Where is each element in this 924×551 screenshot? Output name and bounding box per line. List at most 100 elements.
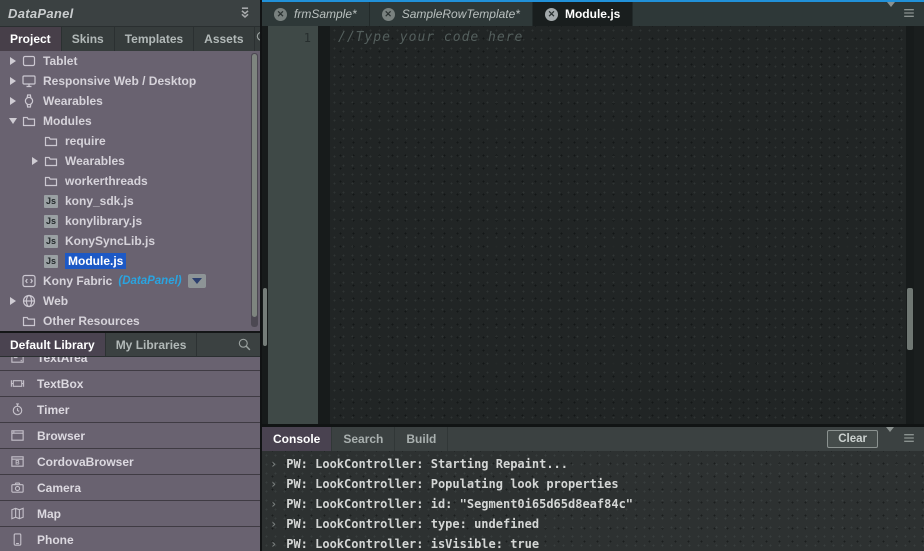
editor-right-scrollbar[interactable] (906, 26, 914, 424)
tree-collapse-arrow-icon[interactable] (28, 157, 42, 165)
tab-assets[interactable]: Assets (194, 27, 254, 51)
tree-collapse-arrow-icon[interactable] (6, 97, 20, 105)
log-text: PW: LookController: Starting Repaint... (286, 457, 568, 471)
editor-area: ✕ frmSample* ✕ SampleRowTemplate* ✕ Module.js… (260, 0, 924, 551)
console-log-line: › PW: LookController: id: "Segment0i65d65… (262, 494, 924, 514)
console-output[interactable]: › PW: LookController: Starting Repaint...… (262, 451, 924, 551)
app-window: DataPanel ProjectSkinsTemplatesAssets Ta… (0, 0, 924, 551)
log-text: PW: LookController: Populating look prop… (286, 477, 618, 491)
close-icon[interactable]: ✕ (545, 8, 558, 21)
tree-item-tablet[interactable]: Tablet (0, 51, 260, 71)
tree-item-label: require (65, 134, 106, 148)
browser-icon (9, 428, 26, 443)
tree-item-konysynclib-js[interactable]: JsKonySyncLib.js (0, 231, 260, 251)
library-item-textbox[interactable]: TextBox (0, 371, 260, 397)
tree-item-label: Module.js (65, 253, 126, 269)
tree-item-konylibrary-js[interactable]: Jskonylibrary.js (0, 211, 260, 231)
editor-left-scroll-thumb[interactable] (263, 288, 267, 346)
library-item-cordovabrowser[interactable]: BCordovaBrowser (0, 449, 260, 475)
tree-item-label: Other Resources (43, 314, 140, 328)
tree-item-label: Responsive Web / Desktop (43, 74, 196, 88)
tree-scrollbar[interactable] (251, 53, 258, 327)
log-text: PW: LookController: id: "Segment0i65d65d… (286, 497, 633, 511)
menu-icon[interactable] (902, 431, 916, 448)
library-item-label: Timer (37, 403, 69, 417)
close-icon[interactable]: ✕ (274, 8, 287, 21)
editor-tab-label: SampleRowTemplate* (402, 7, 520, 21)
folder-icon (42, 133, 60, 149)
console-tab-search[interactable]: Search (332, 427, 395, 451)
tree-item-responsive-web-desktop[interactable]: Responsive Web / Desktop (0, 71, 260, 91)
library-tab-default-library[interactable]: Default Library (0, 333, 106, 356)
js-icon: Js (42, 255, 60, 268)
timer-icon (9, 402, 26, 417)
tree-collapse-arrow-icon[interactable] (6, 297, 20, 305)
tree-collapse-arrow-icon[interactable] (6, 77, 20, 85)
caret-down-icon[interactable] (886, 432, 894, 446)
editor-left-scrollbar[interactable] (262, 26, 268, 424)
code-editor[interactable]: 1 //Type your code here (262, 26, 924, 424)
tree-item-modules[interactable]: Modules (0, 111, 260, 131)
editor-right-scroll-thumb[interactable] (907, 288, 913, 350)
tree-item-wearables[interactable]: Wearables (0, 91, 260, 111)
cordova-browser-icon: B (9, 454, 26, 469)
tree-collapse-arrow-icon[interactable] (6, 57, 20, 65)
library-item-browser[interactable]: Browser (0, 423, 260, 449)
library-item-textarea[interactable]: TextArea (0, 357, 260, 371)
tree-item-label: Modules (43, 114, 92, 128)
editor-tab-bar: ✕ frmSample* ✕ SampleRowTemplate* ✕ Module.js (262, 2, 924, 26)
console-log-line: ›PW: LookController: type: undefined (262, 514, 924, 534)
tree-scrollbar-thumb[interactable] (252, 54, 257, 317)
tree-item-label: Web (43, 294, 68, 308)
fold-gutter (318, 26, 330, 424)
clear-button[interactable]: Clear (827, 430, 878, 448)
tab-project[interactable]: Project (0, 27, 62, 51)
tree-item-kony-sdk-js[interactable]: Jskony_sdk.js (0, 191, 260, 211)
tree-item-other-resources[interactable]: Other Resources (0, 311, 260, 331)
editor-tab-label: frmSample* (294, 7, 357, 21)
log-chevron-icon: › (270, 457, 277, 471)
editor-right-margin (914, 26, 924, 424)
tree-item-module-js[interactable]: Js Module.js (0, 251, 260, 271)
editor-tab-samplerowtemplate[interactable]: ✕ SampleRowTemplate* (370, 2, 533, 26)
tree-expand-arrow-icon[interactable] (6, 118, 20, 124)
tree-item-require[interactable]: require (0, 131, 260, 151)
tree-item-label: Wearables (43, 94, 103, 108)
editor-tab-modulejs[interactable]: ✕ Module.js (533, 2, 633, 26)
js-icon: Js (42, 195, 60, 208)
menu-icon[interactable] (902, 6, 916, 23)
library-item-label: Map (37, 507, 61, 521)
tree-item-label: Wearables (65, 154, 125, 168)
library-tab-my-libraries[interactable]: My Libraries (106, 333, 198, 356)
console-log-line: › PW: LookController: Starting Repaint... (262, 454, 924, 474)
editor-tab-frmsample[interactable]: ✕ frmSample* (262, 2, 370, 26)
library-item-camera[interactable]: Camera (0, 475, 260, 501)
console-tab-console[interactable]: Console (262, 427, 332, 451)
library-item-label: Camera (37, 481, 81, 495)
close-icon[interactable]: ✕ (382, 8, 395, 21)
tablet-icon (20, 53, 38, 69)
library-search-icon[interactable] (237, 333, 260, 356)
editor-tab-label: Module.js (565, 7, 620, 21)
collapse-panel-icon[interactable] (238, 6, 252, 20)
log-chevron-icon: › (270, 497, 277, 511)
tree-item-web[interactable]: Web (0, 291, 260, 311)
caret-down-icon[interactable] (887, 7, 895, 21)
tab-templates[interactable]: Templates (115, 27, 194, 51)
library-item-map[interactable]: Map (0, 501, 260, 527)
fabric-dropdown-button[interactable] (188, 274, 206, 288)
tree-item-workerthreads[interactable]: workerthreads (0, 171, 260, 191)
library-item-timer[interactable]: Timer (0, 397, 260, 423)
console-tab-build[interactable]: Build (395, 427, 448, 451)
library-item-phone[interactable]: Phone (0, 527, 260, 551)
log-text: PW: LookController: isVisible: true (286, 537, 539, 551)
console-log-line: ›PW: LookController: isVisible: true (262, 534, 924, 551)
library-item-label: TextBox (37, 377, 83, 391)
code-content[interactable]: //Type your code here (330, 26, 906, 424)
tree-item-wearables[interactable]: Wearables (0, 151, 260, 171)
js-icon: Js (42, 235, 60, 248)
tree-item-kony-fabric[interactable]: Kony Fabric(DataPanel) (0, 271, 260, 291)
log-text: PW: LookController: type: undefined (286, 517, 539, 531)
code-placeholder-text: //Type your code here (338, 30, 523, 45)
tab-skins[interactable]: Skins (62, 27, 115, 51)
